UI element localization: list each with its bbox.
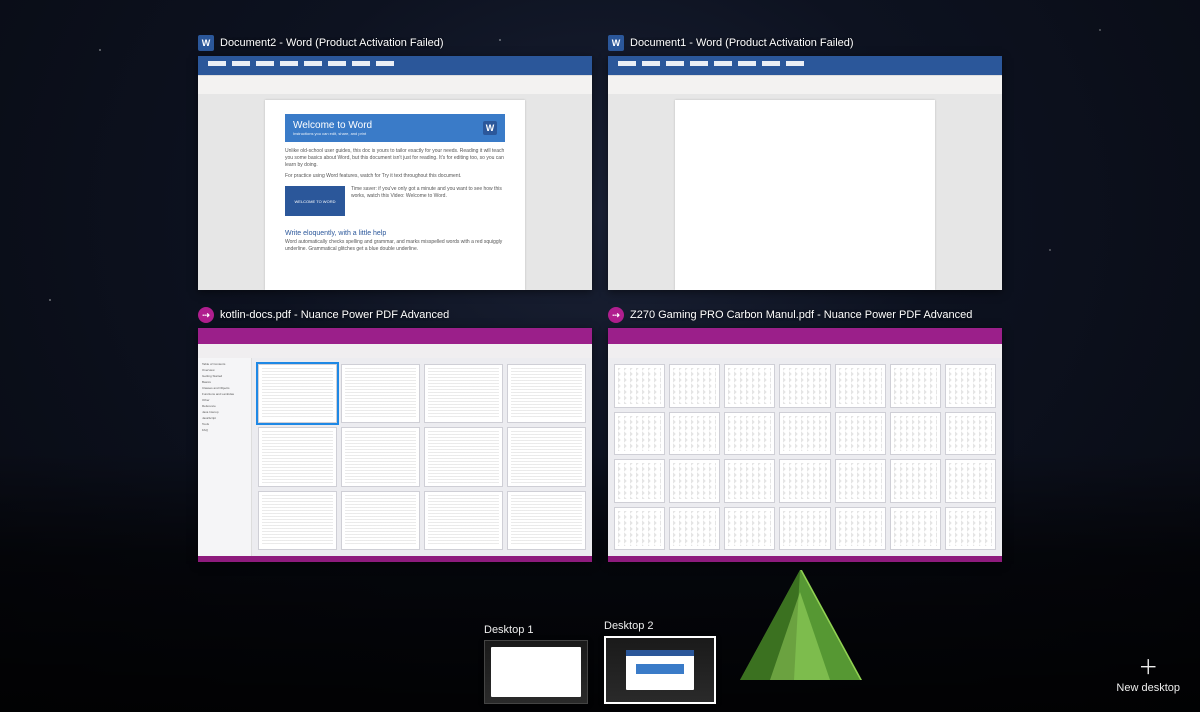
pdf-bookmarks: Table of Contents Overview Getting Start… bbox=[198, 358, 252, 556]
welcome-video: WELCOME TO WORD bbox=[285, 186, 345, 216]
window-tile-document2[interactable]: W Document2 - Word (Product Activation F… bbox=[198, 34, 592, 290]
plus-icon: ＋ bbox=[1116, 658, 1180, 678]
window-thumbnail[interactable] bbox=[608, 56, 1002, 290]
desktop-thumbnail[interactable] bbox=[484, 640, 588, 704]
window-title: Document1 - Word (Product Activation Fai… bbox=[630, 37, 854, 49]
word-icon: W bbox=[198, 35, 214, 51]
pdf-page-grid bbox=[252, 358, 592, 556]
window-title: Z270 Gaming PRO Carbon Manul.pdf - Nuanc… bbox=[630, 309, 972, 321]
word-icon: W bbox=[608, 35, 624, 51]
wallpaper-tent bbox=[700, 552, 900, 682]
welcome-subtitle: Instructions you can edit, share, and pr… bbox=[293, 131, 372, 136]
virtual-desktop-2[interactable]: Desktop 2 bbox=[604, 620, 716, 704]
body-paragraph: Unlike old-school user guides, this doc … bbox=[285, 148, 505, 169]
welcome-title: Welcome to Word bbox=[293, 120, 372, 131]
new-desktop-label: New desktop bbox=[1116, 682, 1180, 694]
new-desktop-button[interactable]: ＋ New desktop bbox=[1116, 658, 1180, 694]
window-tile-kotlin-docs[interactable]: ⇢ kotlin-docs.pdf - Nuance Power PDF Adv… bbox=[198, 306, 592, 562]
desktop-label: Desktop 2 bbox=[604, 620, 716, 632]
word-icon: W bbox=[483, 121, 497, 135]
window-tile-z270-manual[interactable]: ⇢ Z270 Gaming PRO Carbon Manul.pdf - Nua… bbox=[608, 306, 1002, 562]
window-tile-document1[interactable]: W Document1 - Word (Product Activation F… bbox=[608, 34, 1002, 290]
pdf-page-grid bbox=[608, 358, 1002, 556]
window-thumbnail[interactable]: Table of Contents Overview Getting Start… bbox=[198, 328, 592, 562]
window-thumbnail[interactable]: Welcome to Word Instructions you can edi… bbox=[198, 56, 592, 290]
section-heading: Write eloquently, with a little help bbox=[285, 230, 505, 237]
window-title: Document2 - Word (Product Activation Fai… bbox=[220, 37, 444, 49]
desktop-label: Desktop 1 bbox=[484, 624, 588, 636]
virtual-desktop-strip: Desktop 1 Desktop 2 bbox=[484, 620, 716, 704]
window-thumbnail[interactable] bbox=[608, 328, 1002, 562]
window-title: kotlin-docs.pdf - Nuance Power PDF Advan… bbox=[220, 309, 449, 321]
desktop-thumbnail[interactable] bbox=[604, 636, 716, 704]
virtual-desktop-1[interactable]: Desktop 1 bbox=[484, 624, 588, 704]
pdf-icon: ⇢ bbox=[198, 307, 214, 323]
task-view-grid: W Document2 - Word (Product Activation F… bbox=[198, 34, 1002, 562]
pdf-icon: ⇢ bbox=[608, 307, 624, 323]
